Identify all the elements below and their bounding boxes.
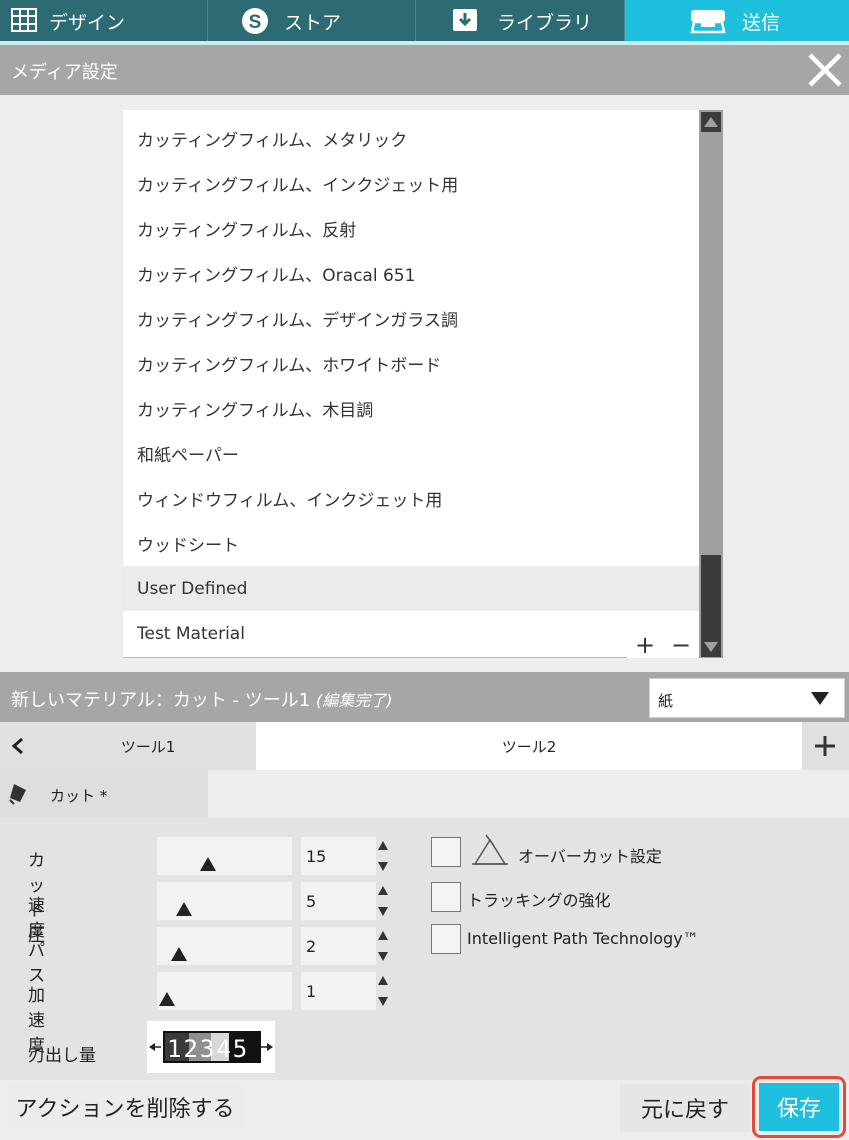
passes-value[interactable]: 2 bbox=[301, 927, 376, 965]
nav-tab-label: ストア bbox=[284, 12, 342, 34]
material-name: 新しいマテリアル：カット - ツール1 bbox=[11, 690, 311, 711]
list-item[interactable]: カッティングフィルム、インクジェット用 bbox=[123, 161, 699, 206]
list-item[interactable]: カッティングフィルム、メタリック bbox=[123, 116, 699, 161]
stepper-arrows-icon[interactable] bbox=[376, 837, 390, 875]
checkbox-label: オーバーカット設定 bbox=[518, 847, 662, 866]
list-item-label: カッティングフィルム、Oracal 651 bbox=[137, 266, 416, 286]
chevron-down-icon bbox=[811, 692, 829, 705]
slider-thumb-icon[interactable] bbox=[200, 857, 216, 871]
list-item-label: カッティングフィルム、反射 bbox=[137, 221, 357, 241]
list-item-label: ウッドシート bbox=[137, 536, 239, 556]
blade-dial-icon: 12345 bbox=[149, 1031, 273, 1063]
stepper-arrows-icon[interactable] bbox=[376, 882, 390, 920]
list-scrollbar[interactable] bbox=[699, 110, 723, 658]
list-item[interactable]: カッティングフィルム、デザインガラス調 bbox=[123, 296, 699, 341]
slider-thumb-icon[interactable] bbox=[171, 947, 187, 961]
speed-value[interactable]: 5 bbox=[301, 882, 376, 920]
material-title: 新しいマテリアル：カット - ツール1 (編集完了) bbox=[11, 686, 392, 712]
list-item-label: カッティングフィルム、メタリック bbox=[137, 131, 408, 151]
tab-tool1[interactable]: ツール1 bbox=[40, 722, 256, 770]
list-item[interactable]: カッティングフィルム、木目調 bbox=[123, 386, 699, 431]
cut-pressure-value[interactable]: 15 bbox=[301, 837, 376, 875]
remove-media-button[interactable]: − bbox=[663, 633, 699, 658]
list-item-label: カッティングフィルム、木目調 bbox=[137, 401, 374, 421]
slider-label: パス bbox=[28, 941, 45, 986]
list-tools: + − bbox=[627, 633, 699, 658]
list-item-selected[interactable]: User Defined bbox=[123, 566, 699, 611]
plotter-icon bbox=[690, 10, 726, 34]
grid-icon bbox=[11, 8, 37, 32]
list-item[interactable]: カッティングフィルム、ホワイトボード bbox=[123, 341, 699, 386]
nav-tab-send[interactable]: 送信 bbox=[625, 0, 849, 41]
track-enhancing-checkbox[interactable] bbox=[431, 882, 461, 912]
tab-label: ツール2 bbox=[501, 737, 557, 756]
speed-slider[interactable] bbox=[157, 882, 292, 920]
nav-tab-label: 送信 bbox=[742, 12, 781, 34]
acceleration-value[interactable]: 1 bbox=[301, 972, 376, 1010]
stepper-arrows-icon[interactable] bbox=[376, 972, 390, 1010]
blade-icon bbox=[9, 784, 26, 805]
add-tool-button[interactable] bbox=[802, 722, 849, 770]
acceleration-slider[interactable] bbox=[157, 972, 292, 1010]
media-settings-header: メディア設定 bbox=[0, 45, 849, 95]
delete-action-button[interactable]: アクションを削除する bbox=[6, 1084, 244, 1130]
checkbox-label: トラッキングの強化 bbox=[467, 891, 611, 910]
add-media-button[interactable]: + bbox=[627, 633, 663, 658]
blade-depth-label: 刃出し量 bbox=[28, 1046, 96, 1066]
list-item-label: カッティングフィルム、デザインガラス調 bbox=[137, 311, 458, 331]
nav-tab-library[interactable]: ライブラリ bbox=[416, 0, 625, 41]
settings-panel bbox=[0, 818, 849, 1080]
download-icon bbox=[453, 9, 477, 31]
store-s-icon: S bbox=[242, 8, 268, 34]
list-item[interactable]: Test Material bbox=[123, 611, 699, 656]
list-item[interactable]: ウィンドウフィルム、インクジェット用 bbox=[123, 476, 699, 521]
tab-tool2[interactable]: ツール2 bbox=[256, 722, 802, 770]
passes-slider[interactable] bbox=[157, 927, 292, 965]
page-title: メディア設定 bbox=[11, 62, 118, 83]
list-item-label: User Defined bbox=[137, 578, 248, 599]
overcut-checkbox[interactable] bbox=[431, 837, 461, 867]
nav-tab-label: デザイン bbox=[49, 12, 126, 34]
list-item[interactable]: カッティングフィルム、Oracal 651 bbox=[123, 251, 699, 296]
prev-tool-button[interactable] bbox=[0, 722, 40, 770]
blade-depth-dial[interactable]: 12345 bbox=[147, 1021, 275, 1073]
blade-digits: 12345 bbox=[167, 1035, 249, 1063]
stepper-arrows-icon[interactable] bbox=[376, 927, 390, 965]
media-list: カッティングフィルム、メタリック カッティングフィルム、インクジェット用 カッテ… bbox=[123, 110, 723, 658]
overcut-icon bbox=[472, 834, 508, 865]
nav-tab-design[interactable]: デザイン bbox=[0, 0, 208, 41]
nav-tab-store[interactable]: S ストア bbox=[208, 0, 416, 41]
undo-button[interactable]: 元に戻す bbox=[620, 1084, 750, 1132]
slider-thumb-icon[interactable] bbox=[176, 902, 192, 916]
scrollbar-thumb[interactable] bbox=[701, 555, 721, 637]
intelligent-path-checkbox[interactable] bbox=[431, 924, 461, 954]
list-item-label: ウィンドウフィルム、インクジェット用 bbox=[137, 491, 443, 511]
slider-label: 速度 bbox=[28, 896, 45, 941]
chevron-left-icon bbox=[11, 737, 23, 755]
material-type-select[interactable]: 紙 bbox=[649, 678, 845, 718]
list-item-label: カッティングフィルム、ホワイトボード bbox=[137, 356, 442, 376]
cut-pressure-slider[interactable] bbox=[157, 837, 292, 875]
close-icon[interactable] bbox=[807, 52, 843, 88]
slider-thumb-icon[interactable] bbox=[159, 992, 175, 1006]
list-item[interactable]: 和紙ペーパー bbox=[123, 431, 699, 476]
top-nav: デザイン S ストア ライブラリ 送信 bbox=[0, 0, 849, 41]
tab-label: ツール1 bbox=[120, 737, 176, 756]
action-label: カット * bbox=[50, 787, 108, 805]
plus-icon bbox=[815, 736, 835, 756]
svg-text:S: S bbox=[249, 12, 262, 33]
list-item[interactable]: カッティングフィルム、反射 bbox=[123, 206, 699, 251]
list-item-label: Test Material bbox=[137, 623, 245, 644]
edit-status: (編集完了) bbox=[315, 691, 393, 710]
list-item[interactable]: ウッドシート bbox=[123, 521, 699, 566]
scroll-up-icon[interactable] bbox=[701, 112, 721, 132]
list-item-label: 和紙ペーパー bbox=[137, 446, 239, 466]
nav-tab-label: ライブラリ bbox=[497, 12, 593, 34]
checkbox-label: Intelligent Path Technology™ bbox=[467, 929, 699, 948]
scroll-down-icon[interactable] bbox=[701, 637, 721, 657]
list-item-label: カッティングフィルム、インクジェット用 bbox=[137, 176, 459, 196]
save-button[interactable]: 保存 bbox=[759, 1083, 839, 1131]
action-tab-cut[interactable]: カット * bbox=[0, 770, 208, 819]
material-type-value: 紙 bbox=[658, 692, 674, 710]
